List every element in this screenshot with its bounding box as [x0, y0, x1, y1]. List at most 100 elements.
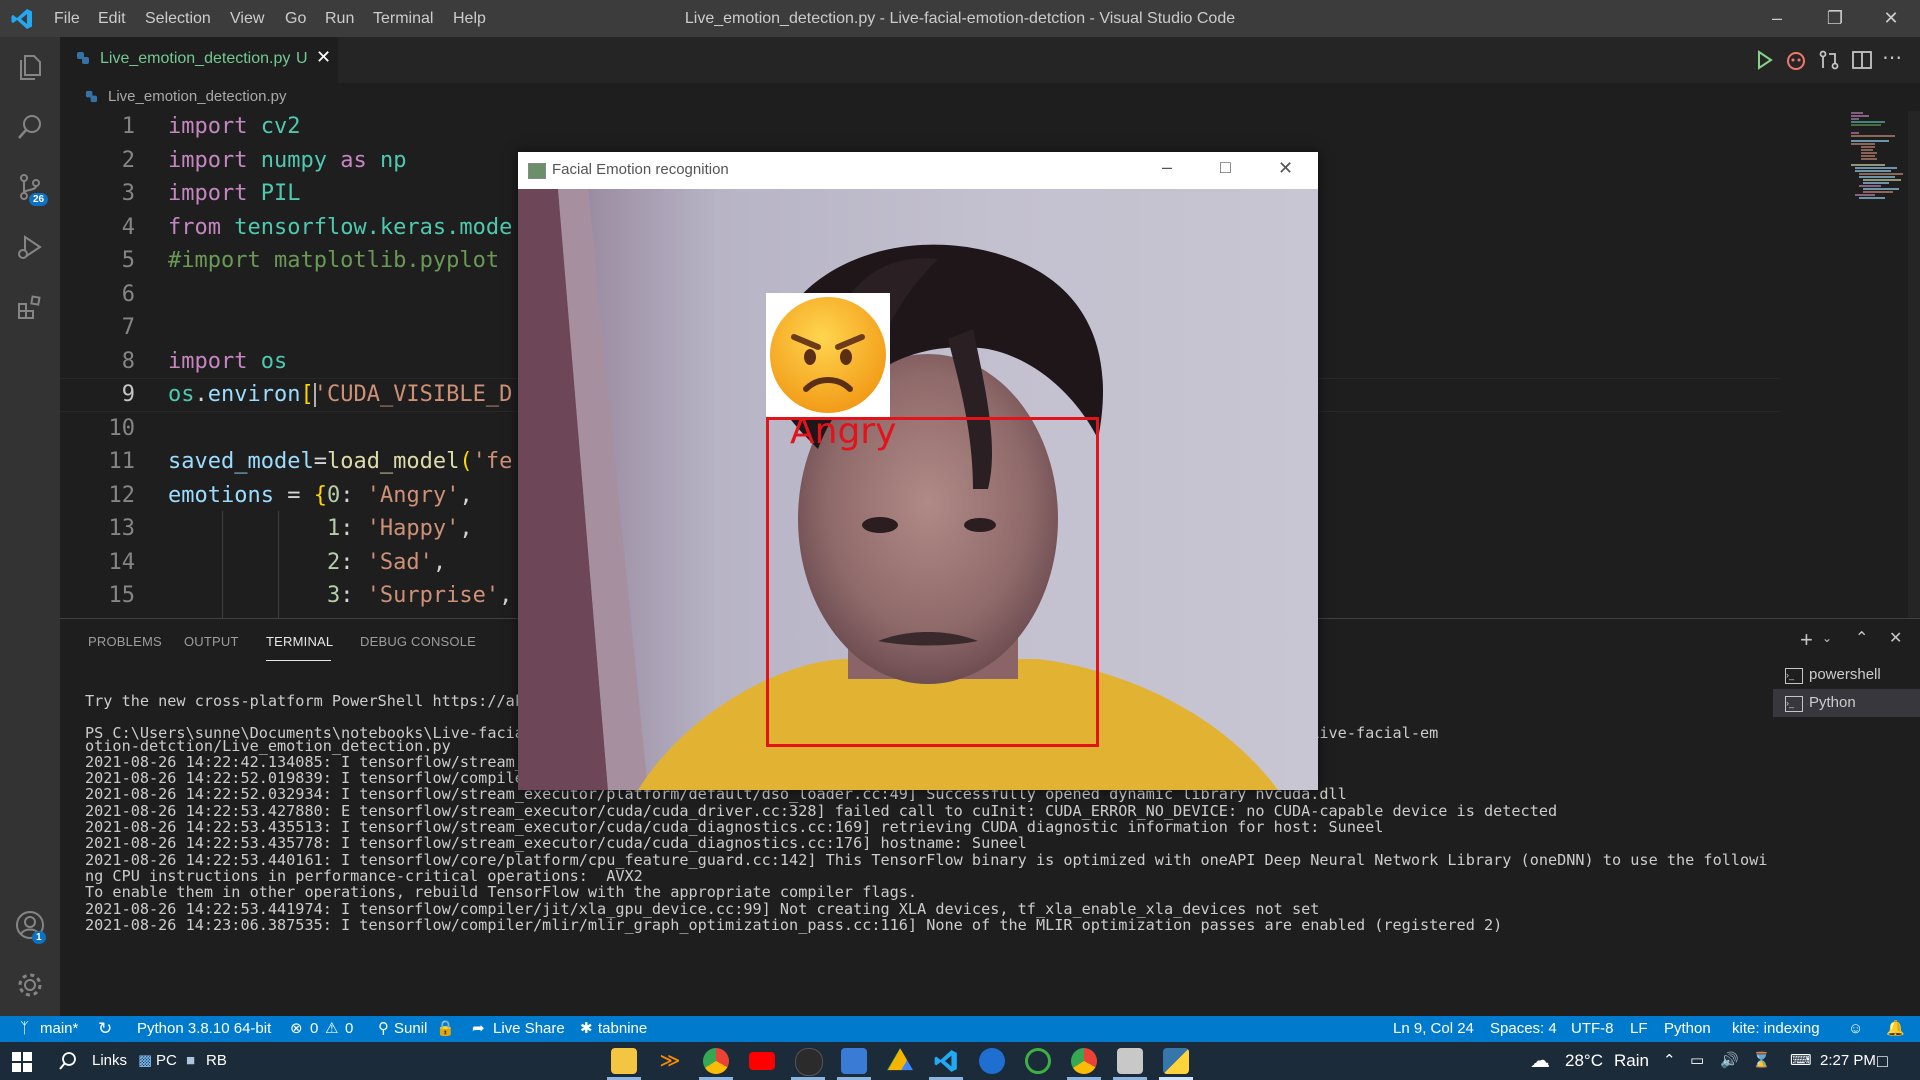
tab-problems[interactable]: PROBLEMS	[88, 634, 162, 649]
code-token: saved_model	[168, 449, 314, 474]
minimize-button[interactable]: –	[1748, 0, 1806, 37]
close-panel-icon[interactable]: ✕	[1889, 628, 1902, 648]
editor-scrollbar[interactable]	[1908, 111, 1920, 618]
menu-edit[interactable]: Edit	[98, 0, 126, 37]
explorer-icon[interactable]	[0, 37, 60, 97]
lock-icon: 🔒	[436, 1020, 455, 1037]
split-editor-icon[interactable]	[1850, 48, 1874, 72]
windows-taskbar: Links ▩ PC ■ RB ≫ ☁ 28°C Rain ⌃ ▭ 🔊 ⌛ ⌨ …	[0, 1042, 1920, 1080]
breadcrumb-file[interactable]: Live_emotion_detection.py	[108, 88, 286, 105]
app-icon[interactable]	[1117, 1048, 1143, 1074]
toolbar-links[interactable]: Links	[92, 1042, 127, 1080]
google-drive-icon[interactable]	[887, 1048, 913, 1071]
vscode-taskbar-icon[interactable]	[933, 1048, 959, 1074]
python-taskbar-icon[interactable]	[1163, 1048, 1189, 1074]
clock[interactable]: 2:27 PM	[1820, 1042, 1876, 1080]
windows-start-icon[interactable]	[12, 1052, 32, 1072]
toolbar-rb[interactable]: RB	[206, 1042, 227, 1080]
chrome-icon[interactable]	[703, 1048, 729, 1074]
code-token: load_model	[326, 449, 460, 474]
tab-debug-console[interactable]: DEBUG CONSOLE	[360, 634, 476, 649]
new-terminal-icon[interactable]: +	[1800, 627, 1813, 653]
search-icon[interactable]	[0, 97, 60, 157]
code-token: :	[340, 549, 367, 575]
language-icon[interactable]: ⌨	[1790, 1042, 1812, 1080]
menu-file[interactable]: File	[54, 0, 80, 37]
tab-live-emotion-detection[interactable]: Live_emotion_detection.py U ✕	[60, 37, 338, 83]
weather-cloud-icon: ☁	[1530, 1050, 1550, 1072]
line-number: 8	[121, 348, 135, 374]
error-count[interactable]: 0	[310, 1016, 318, 1042]
angry-face-icon	[770, 297, 886, 413]
github-icon[interactable]	[795, 1048, 823, 1076]
run-file-icon[interactable]	[1752, 48, 1776, 72]
edge-icon[interactable]	[979, 1048, 1005, 1074]
accounts-icon[interactable]: 1	[0, 895, 60, 955]
cursor-position[interactable]: Ln 9, Col 24	[1393, 1016, 1474, 1042]
app-icon[interactable]	[841, 1048, 867, 1074]
tabnine-status[interactable]: tabnine	[598, 1016, 647, 1042]
chevron-up-icon[interactable]: ⌃	[1663, 1042, 1676, 1080]
popup-title: Facial Emotion recognition	[552, 161, 729, 178]
source-control-icon[interactable]: 26	[0, 157, 60, 217]
feedback-icon[interactable]: ☺	[1848, 1016, 1863, 1042]
open-changes-icon[interactable]	[1817, 48, 1841, 72]
terminal-item-powershell[interactable]: ›_ powershell	[1773, 661, 1920, 689]
sublime-icon[interactable]: ≫	[657, 1048, 683, 1074]
close-window-button[interactable]: ✕	[1862, 0, 1920, 37]
chrome-profile-icon[interactable]	[1071, 1048, 1097, 1074]
menu-selection[interactable]: Selection	[145, 0, 211, 37]
menu-go[interactable]: Go	[285, 0, 306, 37]
refresh-app-icon[interactable]	[1025, 1048, 1051, 1074]
extensions-icon[interactable]	[0, 277, 60, 337]
line-number: 10	[108, 415, 136, 441]
terminal-item-python[interactable]: ›_ Python	[1773, 689, 1920, 717]
terminal-line: 2021-08-26 14:22:53.435513: I tensorflow…	[85, 818, 1384, 837]
weather-text[interactable]: Rain	[1614, 1042, 1649, 1080]
settings-gear-icon[interactable]	[0, 955, 60, 1015]
warning-count[interactable]: 0	[345, 1016, 353, 1042]
menu-run[interactable]: Run	[325, 0, 354, 37]
notifications-bell-icon[interactable]: 🔔	[1886, 1016, 1905, 1042]
indentation[interactable]: Spaces: 4	[1490, 1016, 1557, 1042]
popup-maximize-button[interactable]: □	[1220, 157, 1231, 178]
kite-status[interactable]: kite: indexing	[1732, 1016, 1820, 1042]
file-explorer-icon[interactable]	[611, 1048, 637, 1074]
restore-button[interactable]: ❐	[1806, 0, 1864, 37]
menu-view[interactable]: View	[230, 0, 264, 37]
menu-help[interactable]: Help	[453, 0, 486, 37]
code-line: from tensorflow.keras.mode	[168, 215, 512, 240]
code-token: 2	[168, 549, 341, 575]
line-number: 14	[108, 549, 136, 575]
temperature[interactable]: 28°C	[1565, 1042, 1603, 1080]
popup-title-bar[interactable]: Facial Emotion recognition – □ ✕	[518, 152, 1318, 189]
search-icon[interactable]	[58, 1051, 78, 1071]
more-actions-icon[interactable]: ⋯	[1882, 45, 1902, 70]
eol[interactable]: LF	[1630, 1016, 1648, 1042]
git-branch[interactable]: main*	[40, 1016, 78, 1042]
liveshare-button[interactable]: Live Share	[493, 1016, 565, 1042]
wifi-icon[interactable]: ⌛	[1752, 1042, 1771, 1080]
toolbar-pc[interactable]: PC	[156, 1042, 177, 1080]
notification-center-icon[interactable]: □	[1877, 1042, 1888, 1080]
menu-terminal[interactable]: Terminal	[373, 0, 433, 37]
youtube-icon[interactable]	[749, 1052, 775, 1070]
sync-icon[interactable]: ↻	[98, 1016, 112, 1042]
maximize-panel-icon[interactable]: ⌃	[1855, 628, 1868, 648]
popup-minimize-button[interactable]: –	[1162, 157, 1172, 178]
python-interpreter[interactable]: Python 3.8.10 64-bit	[137, 1016, 271, 1042]
code-token: import	[168, 114, 248, 139]
minimap[interactable]	[1785, 111, 1910, 618]
chevron-down-icon[interactable]: ⌄	[1822, 631, 1832, 645]
battery-icon[interactable]: ▭	[1690, 1042, 1704, 1080]
user-name[interactable]: Sunil	[394, 1016, 427, 1042]
run-debug-icon[interactable]	[0, 217, 60, 277]
tabnine-icon[interactable]	[1784, 48, 1808, 72]
language-mode[interactable]: Python	[1664, 1016, 1711, 1042]
encoding[interactable]: UTF-8	[1571, 1016, 1614, 1042]
volume-icon[interactable]: 🔊	[1720, 1042, 1739, 1080]
tab-close-icon[interactable]: ✕	[316, 47, 331, 68]
popup-close-button[interactable]: ✕	[1278, 158, 1293, 179]
tab-output[interactable]: OUTPUT	[184, 634, 239, 649]
tab-terminal[interactable]: TERMINAL	[266, 634, 333, 649]
